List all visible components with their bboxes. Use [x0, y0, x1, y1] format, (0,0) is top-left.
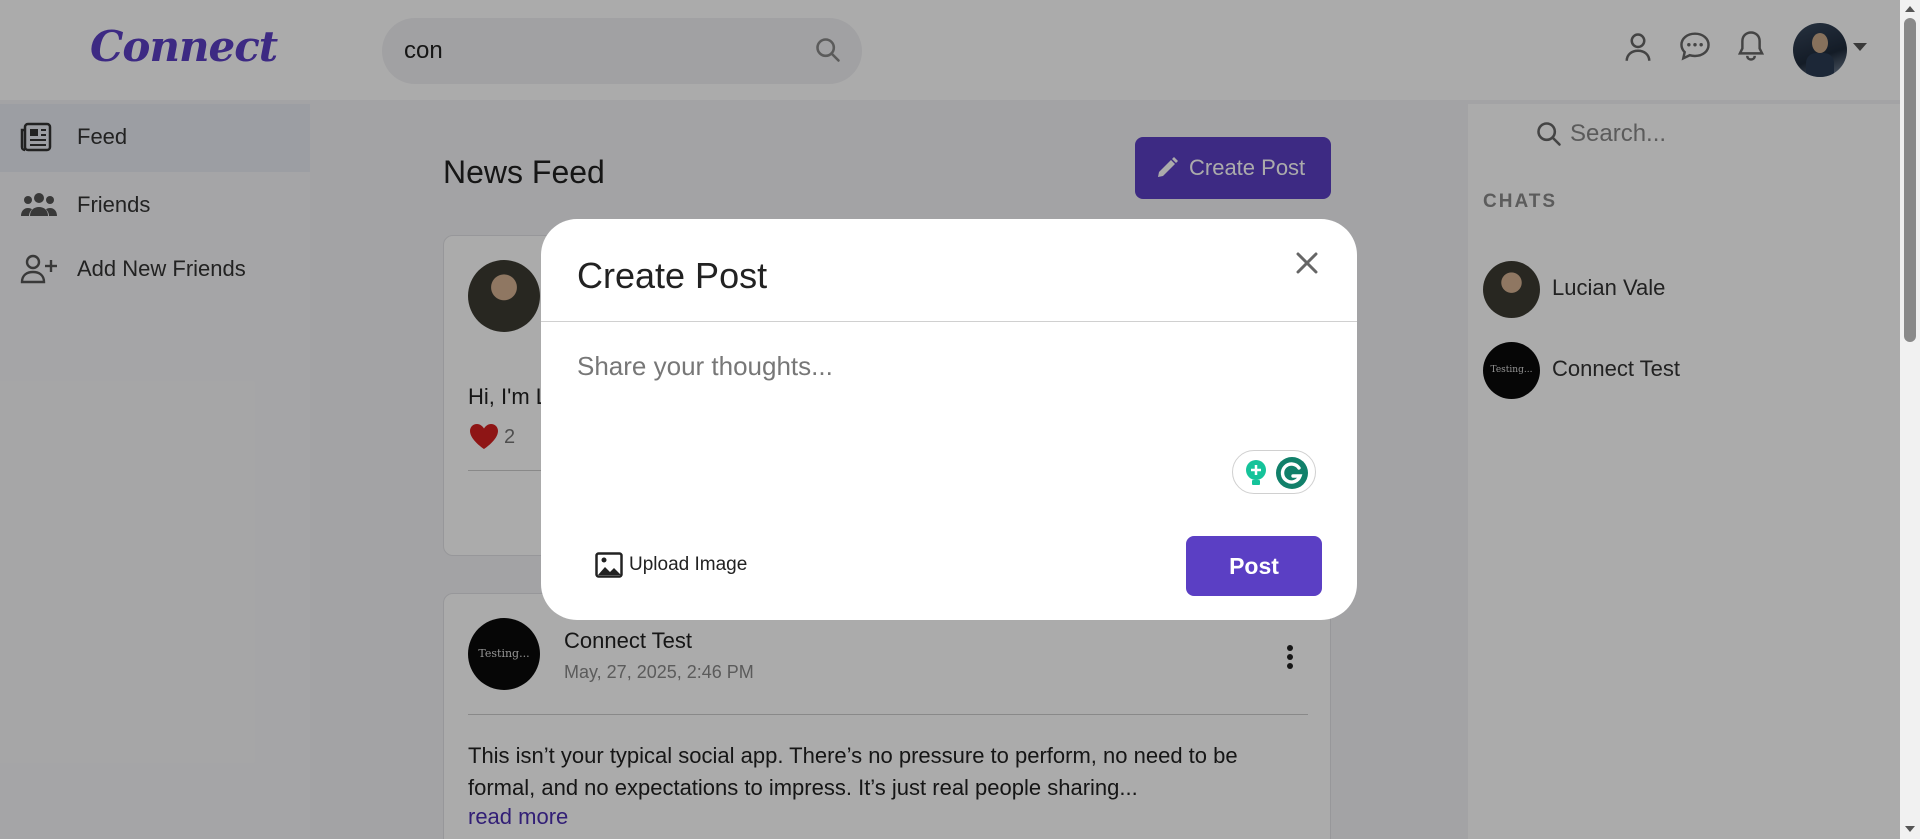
- page-scrollbar[interactable]: [1900, 0, 1920, 839]
- post-textarea[interactable]: [577, 351, 1317, 491]
- lightbulb-icon[interactable]: [1243, 459, 1269, 493]
- scroll-thumb[interactable]: [1904, 18, 1916, 342]
- modal-title: Create Post: [577, 255, 768, 296]
- app: Connect con Feed Friends Add New Friends…: [0, 0, 1920, 839]
- grammarly-g-icon[interactable]: [1275, 456, 1309, 494]
- upload-image-label: Upload Image: [629, 554, 748, 575]
- scroll-down-arrow[interactable]: [1905, 826, 1915, 832]
- create-post-modal: Create Post Upload Image Post: [541, 219, 1357, 620]
- divider: [541, 321, 1357, 322]
- scroll-up-arrow[interactable]: [1905, 6, 1915, 12]
- post-button[interactable]: Post: [1186, 536, 1322, 596]
- close-icon[interactable]: [1296, 252, 1318, 278]
- grammarly-widget[interactable]: [1232, 450, 1316, 494]
- image-icon: [595, 552, 623, 582]
